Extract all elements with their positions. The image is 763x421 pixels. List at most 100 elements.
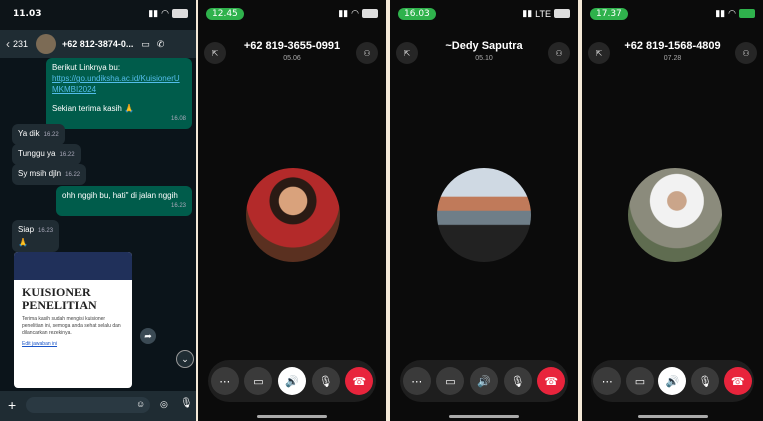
message-bubble[interactable]: Siap 16.23 🙏 [12,220,60,252]
more-icon[interactable]: ⋯ [402,367,431,395]
message-time: 16.23 [38,228,54,234]
status-icons: ▮▮ LTE [522,8,570,19]
pray-emoji: 🙏 [18,238,28,247]
message-time: 16.08 [170,116,186,122]
card-title: KUISIONER PENELITIAN [22,285,97,312]
status-bar: 16.03 ▮▮ LTE [390,0,578,30]
speaker-icon[interactable]: 🔊 [469,367,498,395]
avatar [628,168,722,262]
chat-header: ‹ 231 +62 812-3874-0... ▭ ✆ [0,30,196,58]
forward-icon[interactable]: ➦ [140,328,156,344]
back-count[interactable]: 231 [13,39,28,49]
message-text: Ya dik [18,129,40,138]
battery-icon [362,9,378,18]
voice-call-screen: 17.37 ▮▮ ◠ ⇱ ⚇ +62 819-1568-4809 07.28 ⋯ … [582,0,763,421]
voice-call-screen: 16.03 ▮▮ LTE ⇱ ⚇ ~Dedy Saputra 05.10 ⋯ ▭ … [390,0,578,421]
mic-off-icon[interactable]: 🎙 [503,367,532,395]
caller-name: ~Dedy Saputra [445,40,523,52]
card-banner [14,252,132,280]
speaker-icon[interactable]: 🔊 [277,367,306,395]
signal-icon: ▮▮ [148,8,159,18]
end-call-icon[interactable]: ☎ [537,367,566,395]
signal-icon: ▮▮ [338,8,349,18]
status-time: 12.45 [206,8,244,20]
status-icons: ▮▮ ◠ [148,8,188,19]
status-time: 11.03 [13,9,42,19]
camera-icon[interactable]: ◎ [160,399,168,410]
message-input[interactable] [26,397,150,413]
signal-icon: ▮▮ [715,8,726,18]
battery-icon [172,9,188,18]
message-time: 16.22 [59,152,75,158]
message-input-bar: + ☺ ◎ 🎙 [0,391,196,421]
scroll-down-icon[interactable]: ⌄ [176,350,194,368]
more-icon[interactable]: ⋯ [210,367,239,395]
message-text: ohh nggih bu, hati" di jalan nggih [62,191,178,200]
message-time: 16.22 [65,172,81,178]
home-indicator [449,415,519,418]
message-bubble[interactable]: ohh nggih bu, hati" di jalan nggih 16.23 [56,186,192,216]
battery-icon [739,9,755,18]
status-time: 17.37 [590,8,628,20]
status-time: 16.03 [398,8,436,20]
message-bubble[interactable]: Tunggu ya 16.22 [12,144,81,165]
end-call-icon[interactable]: ☎ [723,367,752,395]
message-text: Berikut Linknya bu: [52,63,121,72]
video-icon[interactable]: ▭ [436,367,465,395]
call-duration: 05.06 [283,55,301,62]
avatar [246,168,340,262]
network-label: LTE [535,8,551,19]
end-call-icon[interactable]: ☎ [345,367,374,395]
battery-icon [554,9,570,18]
mic-off-icon[interactable]: 🎙 [691,367,720,395]
home-indicator [257,415,327,418]
plus-icon[interactable]: + [8,397,16,413]
avatar[interactable] [36,34,57,54]
status-bar: 17.37 ▮▮ ◠ [582,0,763,30]
phone-icon[interactable]: ✆ [157,39,165,50]
signal-icon: ▮▮ [522,8,533,18]
video-icon[interactable]: ▭ [244,367,273,395]
status-bar: 12.45 ▮▮ ◠ [198,0,386,30]
image-card[interactable]: KUISIONER PENELITIAN Terima kasih sudah … [14,252,132,388]
message-bubble[interactable]: Sy msih djln 16.22 [12,164,87,185]
contact-name[interactable]: +62 812-3874-0... [62,39,133,49]
card-link[interactable]: Edit jawaban ini [14,339,132,349]
whatsapp-chat-screen: 11.03 ▮▮ ◠ ‹ 231 +62 812-3874-0... ▭ ✆ B… [0,0,196,421]
more-icon[interactable]: ⋯ [593,367,622,395]
back-icon[interactable]: ‹ [6,37,10,51]
voice-call-screen: 12.45 ▮▮ ◠ ⇱ ⚇ +62 819-3655-0991 05.06 ⋯ … [198,0,386,421]
status-icons: ▮▮ ◠ [715,8,755,19]
wifi-icon: ◠ [351,8,359,18]
caller-name: +62 819-1568-4809 [624,40,721,52]
mic-icon[interactable]: 🎙 [180,398,193,409]
message-text: Sekian terima kasih 🙏 [52,104,134,113]
video-icon[interactable]: ▭ [625,367,654,395]
message-text: Sy msih djln [18,169,62,178]
sticker-icon[interactable]: ☺ [136,399,145,409]
caller-name: +62 819-3655-0991 [243,40,341,52]
card-body: Terima kasih sudah mengisi kuisioner pen… [22,316,121,336]
message-link[interactable]: https://go.undiksha.ac.id/KuisionerUMKMB… [52,73,186,95]
message-time: 16.22 [43,132,59,138]
avatar [437,168,531,262]
message-text: Siap [18,225,35,234]
call-duration: 07.28 [663,55,682,62]
message-time: 16.23 [170,203,186,209]
speaker-icon[interactable]: 🔊 [658,367,687,395]
message-bubble[interactable]: Ya dik 16.22 [12,124,65,145]
message-text: Tunggu ya [18,149,56,158]
message-bubble[interactable]: Berikut Linknya bu: https://go.undiksha.… [46,58,192,129]
home-indicator [637,415,708,418]
call-controls: ⋯ ▭ 🔊 🎙 ☎ [208,360,376,402]
status-icons: ▮▮ ◠ [338,8,378,19]
call-duration: 05.10 [475,55,493,62]
call-controls: ⋯ ▭ 🔊 🎙 ☎ [591,360,754,402]
message-list[interactable]: Berikut Linknya bu: https://go.undiksha.… [0,58,196,391]
status-bar: 11.03 ▮▮ ◠ [0,0,196,30]
wifi-icon: ◠ [161,8,169,18]
mic-off-icon[interactable]: 🎙 [311,367,340,395]
call-controls: ⋯ ▭ 🔊 🎙 ☎ [400,360,568,402]
wifi-icon: ◠ [728,8,736,18]
video-icon[interactable]: ▭ [141,39,150,50]
